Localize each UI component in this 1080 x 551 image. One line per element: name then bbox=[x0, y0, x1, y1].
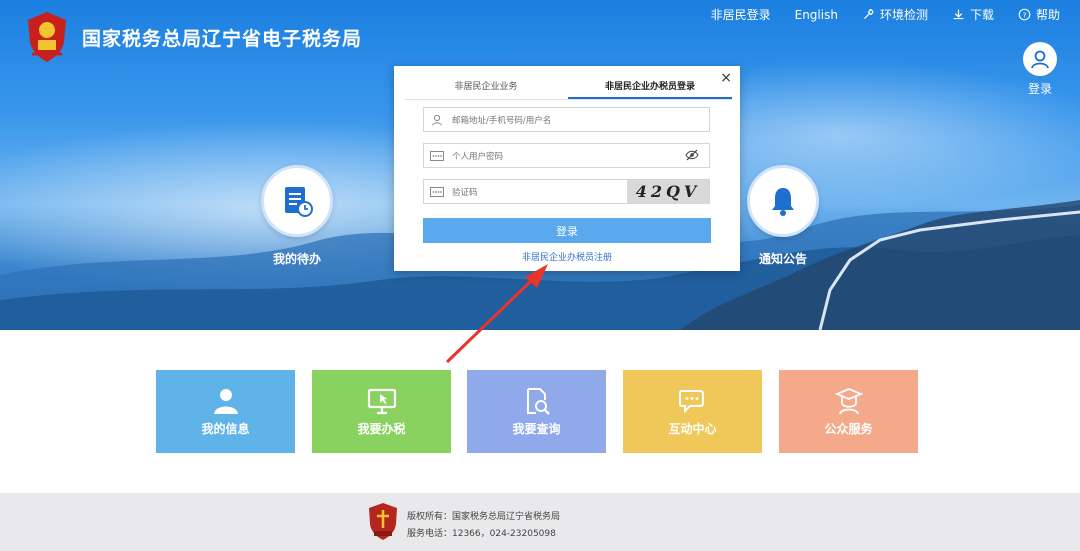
graduate-icon bbox=[834, 388, 863, 415]
notices-label: 通知公告 bbox=[758, 252, 807, 266]
bell-icon bbox=[772, 188, 794, 216]
footer: 版权所有：国家税务总局辽宁省税务局 服务电话：12366，024-2320509… bbox=[0, 493, 1080, 551]
register-link[interactable]: 非居民企业办税员注册 bbox=[394, 250, 740, 263]
wrench-icon bbox=[863, 9, 874, 19]
my-tasks-label: 我的待办 bbox=[272, 252, 321, 266]
tile-public-service[interactable]: 公众服务 bbox=[779, 370, 918, 453]
tile-query[interactable]: 我要查询 bbox=[467, 370, 606, 453]
captcha-placeholder: 验证码 bbox=[452, 187, 478, 198]
nav-help[interactable]: ? 帮助 bbox=[1018, 6, 1060, 23]
tile-label: 我要办税 bbox=[357, 422, 406, 436]
my-tasks-button[interactable] bbox=[261, 165, 333, 237]
search-doc-icon bbox=[526, 388, 550, 415]
tab-nonresident-business[interactable]: 非居民企业业务 bbox=[404, 78, 568, 99]
notices-button[interactable] bbox=[747, 165, 819, 237]
captcha-image[interactable]: 42QV bbox=[627, 180, 709, 203]
captcha-input[interactable]: 验证码 42QV bbox=[423, 179, 710, 204]
nav-label: 帮助 bbox=[1035, 8, 1060, 22]
nav-nonresident-login[interactable]: 非居民登录 bbox=[711, 6, 771, 23]
site-title: 国家税务总局辽宁省电子税务局 bbox=[82, 28, 363, 50]
tab-nonresident-agent-login[interactable]: 非居民企业办税员登录 bbox=[568, 78, 732, 99]
footer-copyright: 版权所有：国家税务总局辽宁省税务局 bbox=[407, 512, 561, 522]
nav-download[interactable]: 下载 bbox=[952, 6, 994, 23]
nav-label: 环境检测 bbox=[879, 8, 928, 22]
user-icon bbox=[430, 113, 444, 127]
login-modal: × 非居民企业业务 非居民企业办税员登录 邮箱地址/手机号码/用户名 个人用户密… bbox=[394, 66, 740, 271]
tile-label: 我的信息 bbox=[201, 422, 250, 436]
eye-off-icon[interactable] bbox=[685, 149, 699, 161]
login-label[interactable]: 登录 bbox=[1028, 80, 1052, 97]
nav-environment-check[interactable]: 环境检测 bbox=[862, 6, 928, 23]
chat-icon bbox=[678, 390, 704, 414]
monitor-icon bbox=[367, 388, 396, 415]
tile-label: 我要查询 bbox=[512, 422, 561, 436]
download-icon bbox=[953, 9, 964, 20]
password-input[interactable]: 个人用户密码 bbox=[423, 143, 710, 168]
login-button[interactable]: 登录 bbox=[423, 218, 711, 243]
login-tabs: 非居民企业业务 非居民企业办税员登录 bbox=[404, 78, 732, 100]
captcha-dots-icon bbox=[430, 185, 444, 199]
account-placeholder: 邮箱地址/手机号码/用户名 bbox=[452, 115, 552, 126]
password-placeholder: 个人用户密码 bbox=[452, 151, 504, 162]
document-clock-icon bbox=[285, 187, 313, 217]
tile-my-info[interactable]: 我的信息 bbox=[156, 370, 295, 453]
password-dots-icon bbox=[430, 149, 444, 163]
footer-phone: 服务电话：12366，024-23205098 bbox=[407, 529, 556, 539]
help-icon: ? bbox=[1018, 8, 1031, 21]
top-nav: 非居民登录 English 环境检测 下载 ? 帮助 bbox=[687, 6, 1060, 23]
nav-english[interactable]: English bbox=[795, 8, 838, 22]
user-icon bbox=[213, 389, 238, 414]
account-input[interactable]: 邮箱地址/手机号码/用户名 bbox=[423, 107, 710, 132]
tax-emblem-logo bbox=[28, 12, 66, 62]
tile-handle-tax[interactable]: 我要办税 bbox=[312, 370, 451, 453]
nav-label: 非居民登录 bbox=[710, 8, 771, 22]
tile-label: 公众服务 bbox=[824, 422, 873, 436]
nav-label: English bbox=[794, 7, 838, 22]
tile-label: 互动中心 bbox=[668, 422, 717, 436]
tile-interaction-center[interactable]: 互动中心 bbox=[623, 370, 762, 453]
svg-text:?: ? bbox=[1023, 10, 1027, 19]
nav-label: 下载 bbox=[969, 8, 994, 22]
user-icon bbox=[1031, 50, 1049, 69]
login-avatar-button[interactable] bbox=[1023, 42, 1057, 76]
tax-shield-icon bbox=[369, 503, 397, 540]
